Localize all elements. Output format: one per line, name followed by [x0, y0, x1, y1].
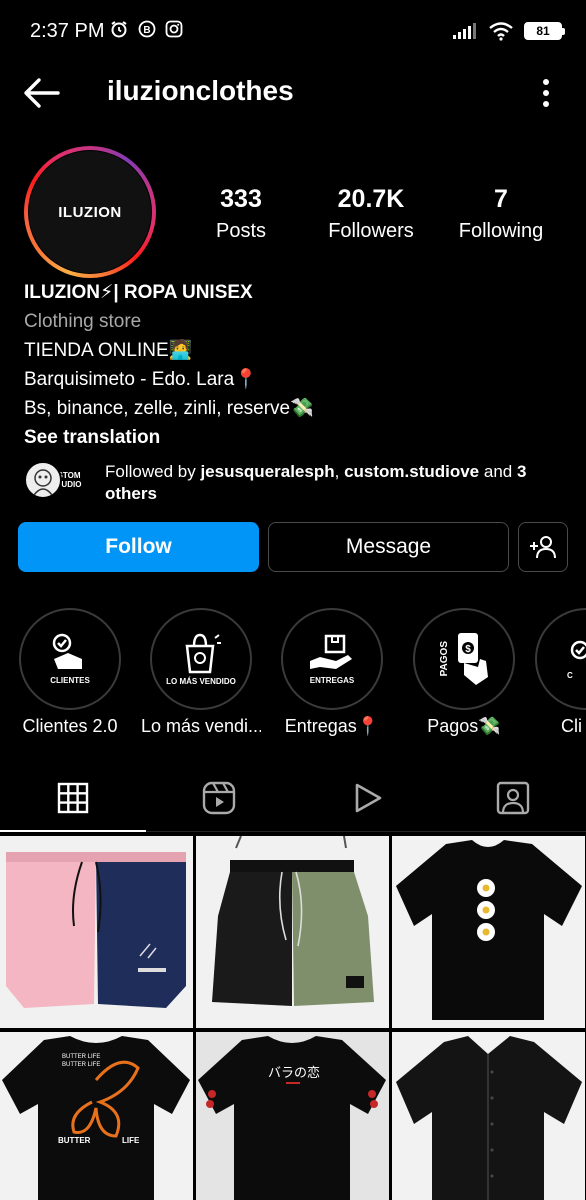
post-thumbnail[interactable]: [392, 836, 585, 1028]
alarm-icon: [111, 21, 127, 38]
battery-level: 81: [536, 24, 550, 38]
battery-icon: 81: [524, 22, 565, 40]
svg-text:$: $: [465, 644, 471, 655]
post-thumbnail[interactable]: [196, 836, 389, 1028]
instagram-notification-icon: [165, 20, 183, 38]
profile-name: ILUZION⚡| ROPA UNISEX: [24, 282, 253, 303]
highlight-clientes[interactable]: CLIENTES Clientes 2.0: [10, 608, 130, 737]
see-translation-link[interactable]: See translation: [24, 423, 564, 452]
handshake-check-icon: [52, 633, 82, 669]
follower-avatar: [24, 461, 62, 499]
profile-bio: ILUZION⚡| ROPA UNISEX Clothing store TIE…: [24, 278, 564, 452]
wifi-icon: [489, 22, 513, 41]
bio-line: Barquisimeto - Edo. Lara📍: [24, 369, 258, 390]
highlight-lo-mas-vendido[interactable]: LO MÁS VENDIDO Lo más vendi...: [141, 608, 261, 737]
tagged-icon[interactable]: [495, 780, 531, 816]
status-time: 2:37 PM: [30, 20, 105, 42]
profile-header: iluzionclothes: [0, 62, 586, 124]
highlight-pagos[interactable]: PAGOS $ Pagos💸: [404, 608, 524, 737]
add-person-icon: [530, 536, 556, 559]
post-thumbnail[interactable]: バラの恋: [196, 1032, 389, 1200]
suggested-users-button[interactable]: [518, 522, 568, 572]
highlight-label: Entregas📍: [284, 716, 380, 736]
more-options-icon[interactable]: [542, 78, 550, 108]
avatar: ILUZION: [29, 151, 151, 273]
bio-line: Bs, binance, zelle, zinli, reserve💸: [24, 398, 314, 419]
profile-category[interactable]: Clothing store: [24, 307, 564, 336]
highlight-label: Pagos💸: [427, 716, 501, 736]
profile-tabs: [0, 768, 586, 832]
follower-username[interactable]: jesusqueralesph: [200, 462, 334, 481]
check-icon: [570, 640, 586, 660]
posts-count[interactable]: 333 Posts: [196, 182, 286, 246]
b-app-icon: B: [138, 20, 156, 38]
grid-icon[interactable]: [55, 780, 91, 816]
hand-money-icon: $: [457, 633, 488, 685]
status-bar: 2:37 PM B 81: [0, 0, 586, 62]
active-tab-indicator: [0, 830, 146, 832]
header-username: iluzionclothes: [107, 75, 294, 106]
avatar-story-ring[interactable]: ILUZION: [24, 146, 156, 278]
message-button[interactable]: Message: [268, 522, 509, 572]
delivery-box-icon: [310, 634, 352, 669]
reels-icon[interactable]: [201, 780, 237, 816]
follow-button[interactable]: Follow: [18, 522, 259, 572]
highlight-label: Cli: [561, 716, 582, 736]
svg-text:BUTTER LIFE: BUTTER LIFE: [62, 1054, 100, 1060]
follower-username[interactable]: custom.studiove: [344, 462, 479, 481]
followers-count[interactable]: 20.7K Followers: [316, 182, 426, 246]
shopping-bag-icon: [185, 633, 221, 674]
highlight-label: Clientes 2.0: [22, 716, 118, 736]
following-count[interactable]: 7 Following: [450, 182, 552, 246]
signal-icon: [453, 23, 476, 39]
post-thumbnail[interactable]: BUTTER LIFE BUTTER LIFE BUTTER LIFE: [0, 1032, 193, 1200]
followed-by[interactable]: STOM TUDIO Followed by jesusqueralesph, …: [24, 458, 564, 504]
highlight-entregas[interactable]: ENTREGAS Entregas📍: [272, 608, 392, 737]
highlight-clientes-partial[interactable]: C Cli: [535, 608, 586, 737]
bio-line: TIENDA ONLINE🧑‍💻: [24, 340, 193, 361]
svg-text:BUTTER LIFE: BUTTER LIFE: [62, 1062, 100, 1068]
avatar-logo-text: ILUZION: [58, 203, 122, 221]
post-thumbnail[interactable]: [392, 1032, 585, 1200]
back-arrow-icon[interactable]: [22, 76, 62, 110]
video-play-icon[interactable]: [349, 780, 385, 816]
svg-text:B: B: [143, 25, 150, 36]
highlight-label: Lo más vendi...: [141, 716, 261, 736]
post-thumbnail[interactable]: [0, 836, 193, 1028]
